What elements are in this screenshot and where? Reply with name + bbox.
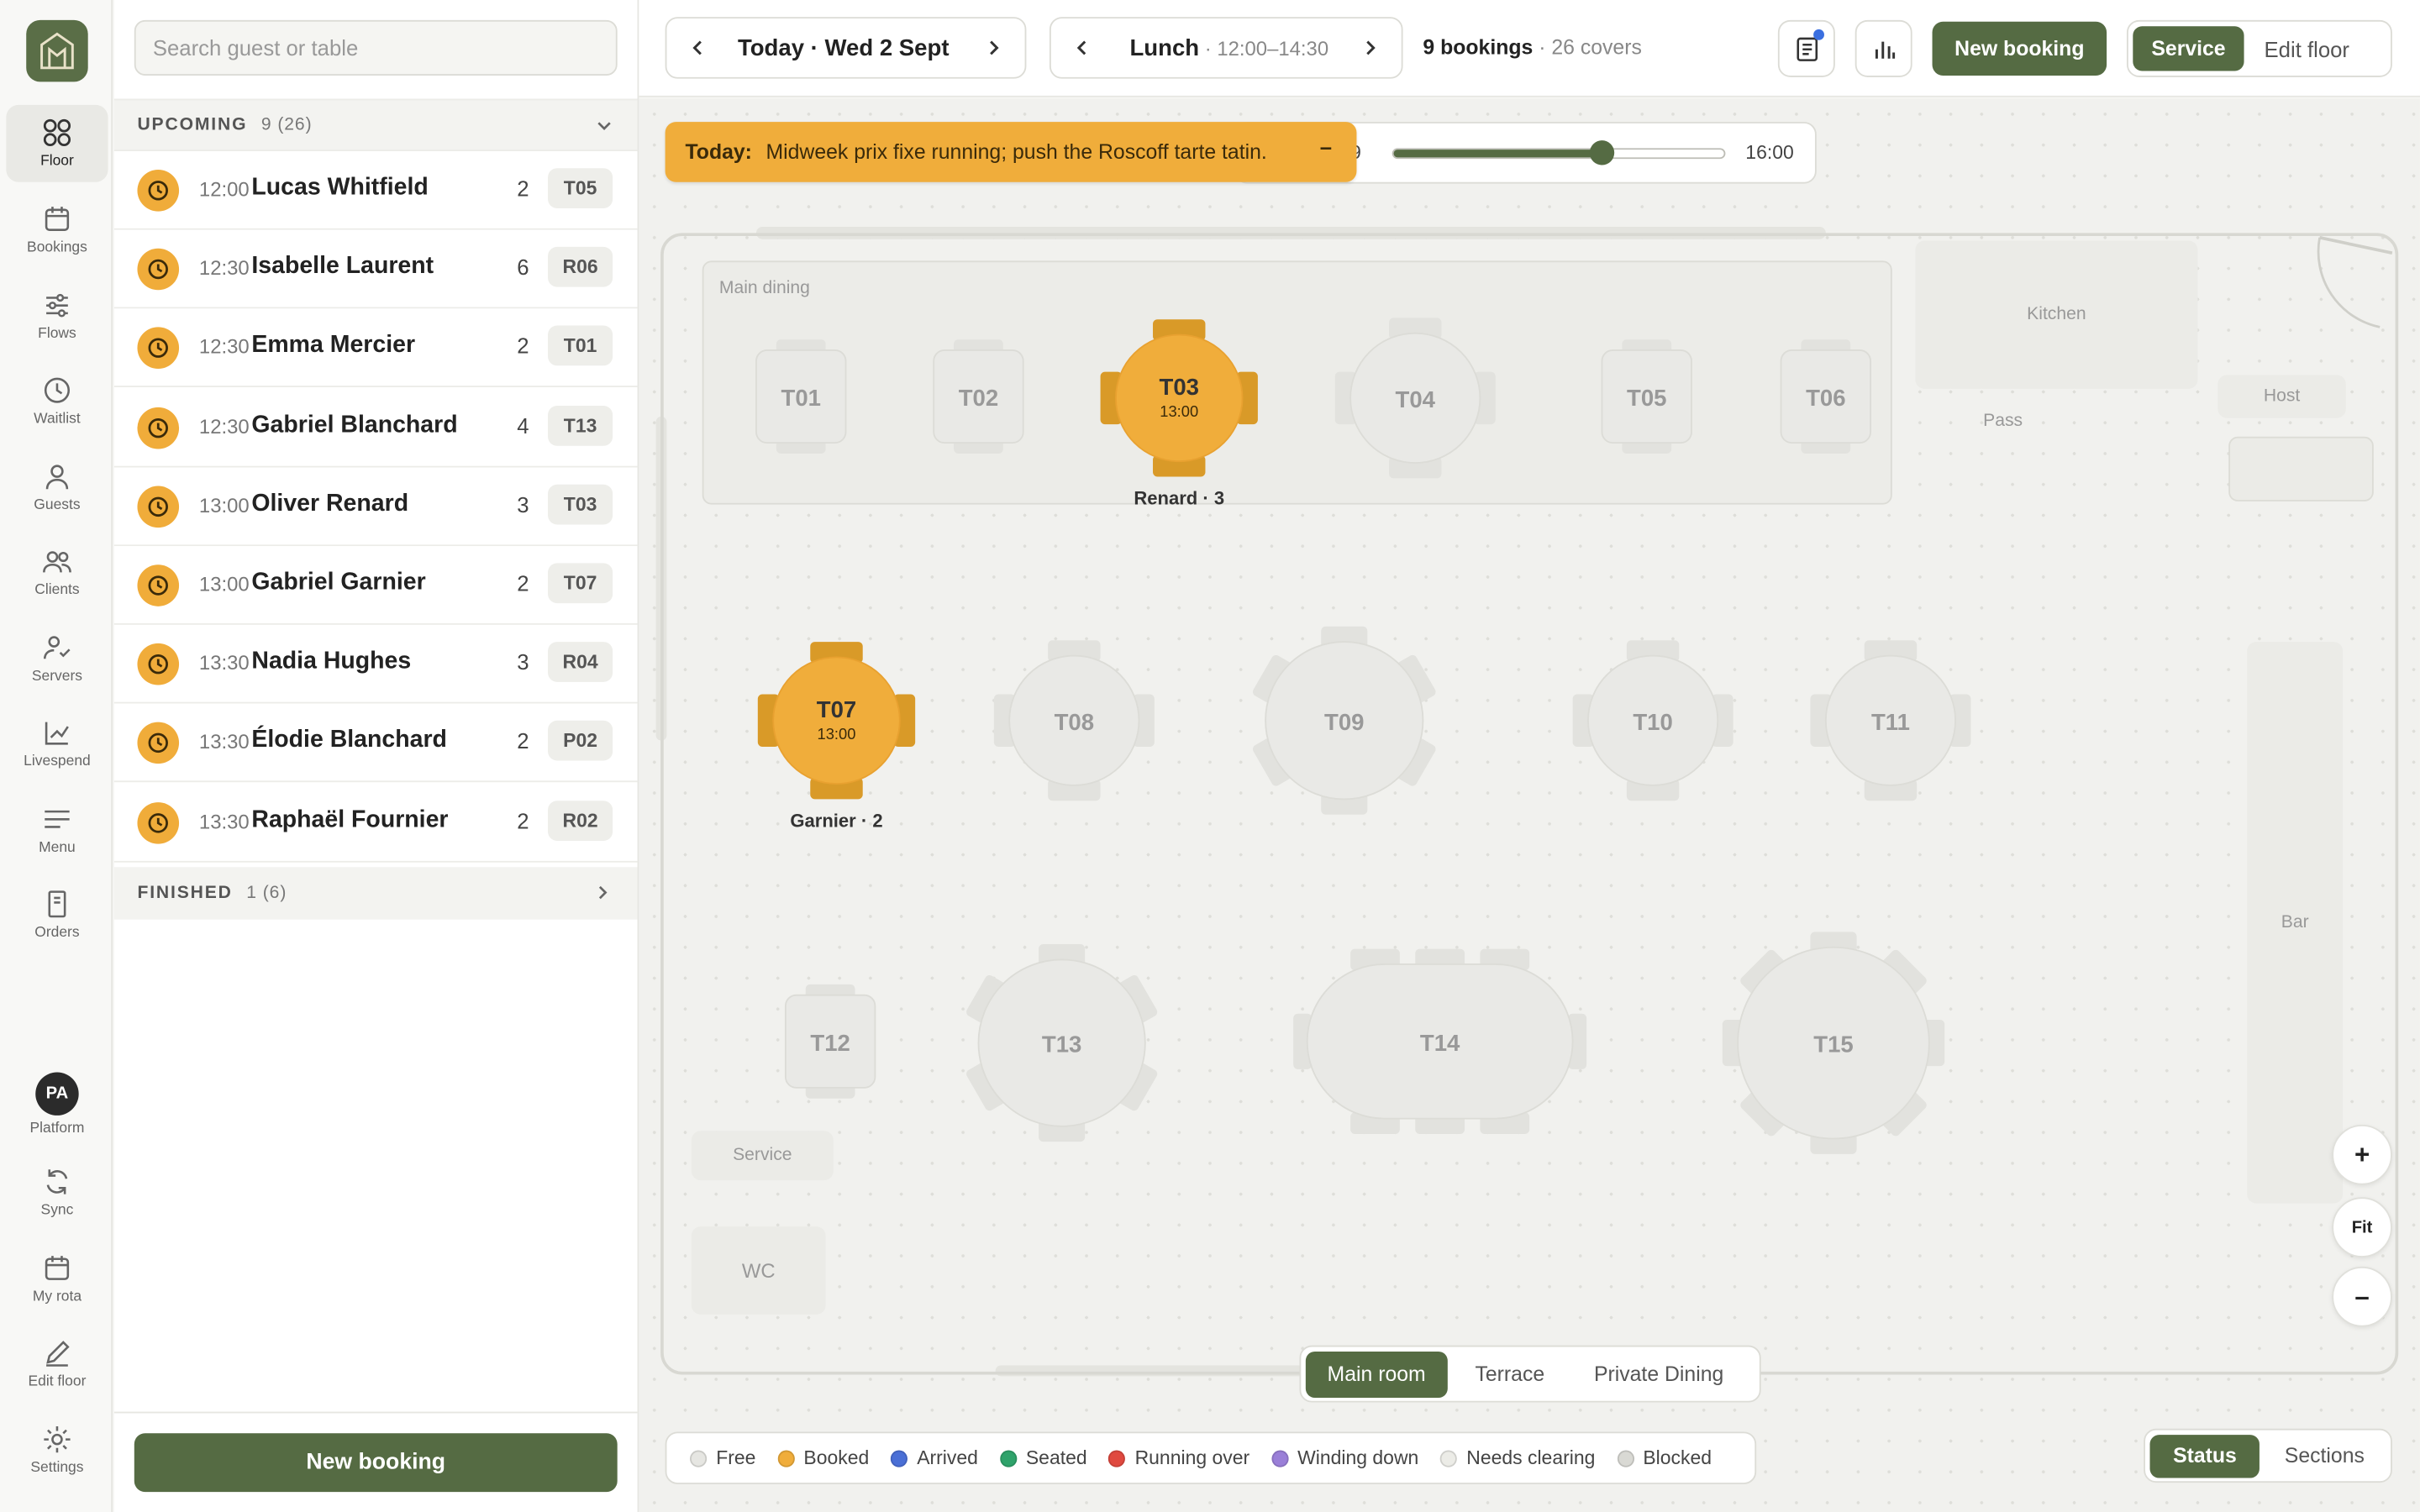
table-label: T06 bbox=[1806, 385, 1845, 411]
table-label: T03 bbox=[1160, 374, 1199, 400]
tab-main-room[interactable]: Main room bbox=[1305, 1351, 1448, 1398]
zoom-out-button[interactable]: – bbox=[2332, 1266, 2392, 1327]
table-t09[interactable]: T09 bbox=[1251, 626, 1438, 815]
table-label: T14 bbox=[1420, 1030, 1460, 1056]
legend-item: Seated bbox=[999, 1446, 1087, 1469]
zoom-in-button[interactable]: + bbox=[2332, 1124, 2392, 1185]
legend-label: Needs clearing bbox=[1466, 1446, 1596, 1469]
legend-label: Seated bbox=[1025, 1446, 1087, 1469]
legend-label: Arrived bbox=[917, 1446, 978, 1469]
table-t06[interactable]: T06 bbox=[1780, 339, 1871, 454]
legend-swatch bbox=[1617, 1449, 1634, 1467]
table-label: T10 bbox=[1633, 709, 1672, 735]
room-tabs: Main room Terrace Private Dining bbox=[1299, 1345, 1761, 1403]
table-t03[interactable]: T03 13:00 Renard · 3 bbox=[1100, 319, 1258, 509]
slider-handle[interactable] bbox=[1589, 140, 1615, 165]
table-t04[interactable]: T04 bbox=[1334, 318, 1496, 479]
banner-label: Today: bbox=[685, 140, 752, 164]
slider-end-label: 16:00 bbox=[1745, 141, 1794, 164]
banner-text: Midweek prix fixe running; push the Rosc… bbox=[765, 140, 1267, 164]
table-t14[interactable]: T14 bbox=[1293, 948, 1587, 1134]
table-label: T07 bbox=[817, 696, 856, 722]
slider-fill bbox=[1393, 150, 1602, 158]
table-t05[interactable]: T05 bbox=[1601, 339, 1692, 454]
table-t10[interactable]: T10 bbox=[1572, 640, 1733, 801]
legend-swatch bbox=[777, 1449, 795, 1467]
table-label: T05 bbox=[1627, 385, 1666, 411]
table-t07[interactable]: T07 13:00 Garnier · 2 bbox=[757, 642, 916, 831]
legend-swatch bbox=[690, 1449, 708, 1467]
table-t15[interactable]: T15 bbox=[1722, 932, 1945, 1154]
table-label: T01 bbox=[781, 385, 821, 411]
table-label: T09 bbox=[1324, 709, 1364, 735]
legend-item: Blocked bbox=[1617, 1447, 1712, 1469]
banner-collapse-button[interactable]: – bbox=[1320, 134, 1332, 159]
legend-swatch bbox=[999, 1449, 1017, 1467]
legend-item: Needs clearing bbox=[1440, 1447, 1595, 1469]
legend-swatch bbox=[1270, 1449, 1289, 1467]
status-legend: Free Booked Arrived Seated Running over Windi… bbox=[665, 1431, 1757, 1484]
table-t11[interactable]: T11 bbox=[1810, 640, 1971, 801]
legend-label: Booked bbox=[803, 1446, 870, 1469]
legend-swatch bbox=[1108, 1449, 1126, 1467]
tables-layer: T01 T02 T03 13:00 Renard · 3 T04 T05 T06 T07 13:0… bbox=[755, 318, 1971, 1154]
table-label: T15 bbox=[1813, 1032, 1853, 1058]
table-label: T12 bbox=[810, 1030, 850, 1056]
legend-label: Blocked bbox=[1643, 1446, 1712, 1469]
table-label: T04 bbox=[1396, 386, 1436, 412]
legend-item: Arrived bbox=[890, 1446, 978, 1469]
legend-label: Winding down bbox=[1297, 1446, 1419, 1469]
legend-label: Running over bbox=[1134, 1446, 1250, 1469]
legend-item: Booked bbox=[777, 1447, 869, 1469]
table-t12[interactable]: T12 bbox=[784, 984, 876, 1099]
legend-swatch bbox=[890, 1449, 908, 1467]
table-label: T08 bbox=[1055, 709, 1094, 735]
table-t08[interactable]: T08 bbox=[993, 640, 1155, 801]
notice-banner: Today: Midweek prix fixe running; push t… bbox=[665, 122, 1357, 182]
legend-label: Free bbox=[716, 1446, 756, 1469]
table-label: T13 bbox=[1042, 1032, 1081, 1058]
legend-item: Winding down bbox=[1270, 1446, 1419, 1469]
slider-track[interactable] bbox=[1392, 148, 1726, 160]
legend-item: Running over bbox=[1108, 1447, 1249, 1469]
view-toggle: Status Sections bbox=[2144, 1428, 2392, 1483]
table-booking-time: 13:00 bbox=[1160, 402, 1198, 420]
tab-terrace[interactable]: Terrace bbox=[1454, 1351, 1566, 1397]
legend-swatch bbox=[1440, 1449, 1458, 1467]
table-guest-label: Renard · 3 bbox=[1134, 488, 1224, 509]
table-guest-label: Garnier · 2 bbox=[790, 810, 882, 831]
tab-status[interactable]: Status bbox=[2149, 1434, 2260, 1478]
legend-item: Free bbox=[690, 1447, 755, 1469]
tab-private-dining[interactable]: Private Dining bbox=[1572, 1351, 1745, 1397]
zoom-fit-button[interactable]: Fit bbox=[2332, 1197, 2392, 1257]
table-label: T11 bbox=[1871, 709, 1910, 735]
table-t13[interactable]: T13 bbox=[965, 944, 1159, 1142]
table-booking-time: 13:00 bbox=[818, 725, 856, 743]
table-label: T02 bbox=[959, 385, 998, 411]
table-t02[interactable]: T02 bbox=[933, 339, 1024, 454]
tab-sections[interactable]: Sections bbox=[2266, 1434, 2383, 1477]
table-t01[interactable]: T01 bbox=[755, 339, 847, 454]
